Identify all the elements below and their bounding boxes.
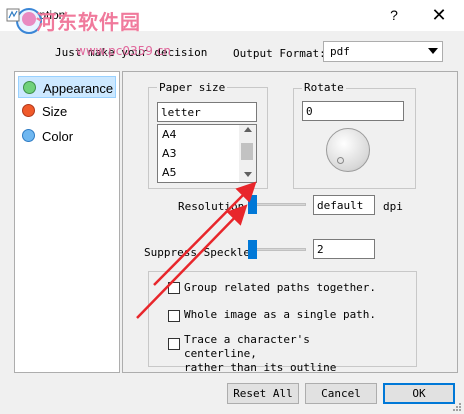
group-paths-checkbox[interactable] xyxy=(168,282,180,294)
centerline-label-line1: Trace a character's centerline, xyxy=(184,333,310,360)
sidebar-item-label: Color xyxy=(42,129,74,144)
suppress-speckle-label: Suppress Speckle: xyxy=(144,246,257,259)
ok-button[interactable]: OK xyxy=(383,383,455,404)
single-path-checkbox[interactable] xyxy=(168,310,180,322)
help-button[interactable]: ? xyxy=(379,4,409,26)
speckle-slider-thumb[interactable] xyxy=(248,240,257,259)
sidebar-item-appearance[interactable]: Appearance xyxy=(18,76,116,98)
list-item[interactable]: A3 xyxy=(162,147,177,160)
paper-size-value: letter xyxy=(161,106,201,119)
close-button[interactable]: ✕ xyxy=(423,4,455,26)
app-icon xyxy=(6,8,20,22)
blue-circle-icon xyxy=(22,129,35,142)
scroll-up-icon[interactable] xyxy=(244,127,252,132)
output-format-select[interactable]: pdf xyxy=(323,41,443,62)
centerline-checkbox[interactable] xyxy=(168,338,180,350)
green-circle-icon xyxy=(23,81,36,94)
rotate-input[interactable]: 0 xyxy=(302,101,404,121)
output-format-label: Output Format: xyxy=(233,47,326,60)
sidebar-item-label: Appearance xyxy=(43,81,114,96)
rotate-title: Rotate xyxy=(302,81,346,94)
resolution-slider-thumb[interactable] xyxy=(248,195,257,214)
resolution-value: default xyxy=(317,199,364,212)
scrollbar[interactable] xyxy=(239,125,256,182)
chevron-down-icon xyxy=(428,48,438,54)
reset-all-button[interactable]: Reset All xyxy=(227,383,299,404)
dial-handle-icon xyxy=(337,157,344,164)
centerline-label-line2: rather than its outline xyxy=(184,361,337,374)
watermark-site-name: 河东软件园 xyxy=(36,10,141,34)
speckle-value: 2 xyxy=(317,243,324,256)
sidebar-item-label: Size xyxy=(42,104,68,119)
watermark-logo-flower-icon xyxy=(22,12,36,26)
list-item[interactable]: A4 xyxy=(162,128,177,141)
watermark-url: www.pc0359.cn xyxy=(76,44,171,58)
list-item[interactable]: A5 xyxy=(162,166,177,179)
scroll-thumb[interactable] xyxy=(241,143,253,160)
sidebar-item-size[interactable]: Size xyxy=(18,100,116,122)
sidebar-item-color[interactable]: Color xyxy=(18,125,116,147)
paper-size-list[interactable]: A4 A3 A5 xyxy=(157,124,257,183)
cancel-button[interactable]: Cancel xyxy=(305,383,377,404)
rotate-value: 0 xyxy=(306,105,313,118)
resolution-input[interactable]: default xyxy=(313,195,375,215)
paper-size-title: Paper size xyxy=(157,81,228,94)
resize-grip-icon[interactable] xyxy=(452,402,462,412)
category-list: Appearance Size Color xyxy=(14,71,120,373)
group-paths-label[interactable]: Group related paths together. xyxy=(184,281,376,294)
output-format-value: pdf xyxy=(330,45,350,58)
single-path-label[interactable]: Whole image as a single path. xyxy=(184,308,376,321)
scroll-down-icon[interactable] xyxy=(244,172,252,177)
resolution-label: Resolution xyxy=(178,200,245,213)
speckle-input[interactable]: 2 xyxy=(313,239,375,259)
red-circle-icon xyxy=(22,104,35,117)
rotate-dial[interactable] xyxy=(326,128,370,172)
paper-size-input[interactable]: letter xyxy=(157,102,257,122)
centerline-label[interactable]: Trace a character's centerline, rather t… xyxy=(184,333,384,375)
resolution-unit: dpi xyxy=(383,200,403,213)
